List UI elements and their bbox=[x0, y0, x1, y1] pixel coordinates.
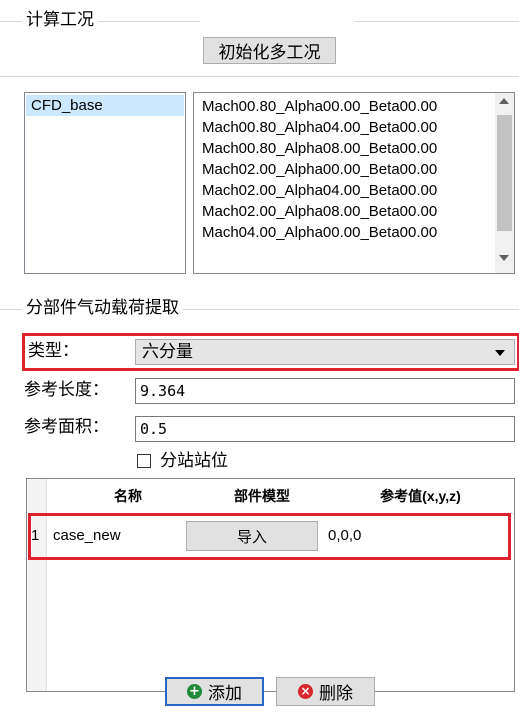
plus-circle-icon: + bbox=[187, 684, 202, 699]
column-header-model[interactable]: 部件模型 bbox=[195, 484, 329, 508]
conditions-list[interactable]: Mach00.80_Alpha00.00_Beta00.00 Mach00.80… bbox=[193, 92, 515, 274]
scroll-down-icon[interactable] bbox=[499, 255, 509, 261]
row-highlight-box bbox=[28, 513, 511, 560]
condition-item[interactable]: Mach00.80_Alpha04.00_Beta00.00 bbox=[202, 117, 437, 138]
add-button[interactable]: + 添加 bbox=[165, 677, 264, 706]
ref-area-input[interactable]: 0.5 bbox=[135, 416, 515, 442]
config-item-cfd-base[interactable]: CFD_base bbox=[26, 95, 184, 116]
condition-item[interactable]: Mach04.00_Alpha00.00_Beta00.00 bbox=[202, 222, 437, 243]
condition-item[interactable]: Mach00.80_Alpha08.00_Beta00.00 bbox=[202, 138, 437, 159]
station-checkbox[interactable] bbox=[137, 454, 151, 468]
ref-length-label: 参考长度： bbox=[24, 380, 109, 400]
x-circle-icon: × bbox=[298, 684, 313, 699]
add-button-label: 添加 bbox=[208, 684, 242, 704]
delete-button[interactable]: × 删除 bbox=[276, 677, 375, 706]
condition-item[interactable]: Mach02.00_Alpha08.00_Beta00.00 bbox=[202, 201, 437, 222]
station-checkbox-label[interactable]: 分站站位 bbox=[160, 450, 228, 472]
condition-item[interactable]: Mach02.00_Alpha04.00_Beta00.00 bbox=[202, 180, 437, 201]
init-multi-conditions-label: 初始化多工况 bbox=[218, 43, 321, 63]
scroll-up-icon[interactable] bbox=[499, 98, 509, 104]
load-section-title: 分部件气动载荷提取 bbox=[22, 298, 183, 318]
row-index-column bbox=[27, 479, 47, 691]
column-header-name[interactable]: 名称 bbox=[47, 484, 209, 508]
delete-button-label: 删除 bbox=[319, 684, 353, 704]
scrollbar-thumb[interactable] bbox=[497, 115, 512, 231]
calc-section-title: 计算工况 bbox=[22, 10, 98, 30]
init-multi-conditions-button[interactable]: 初始化多工况 bbox=[203, 37, 336, 64]
components-table[interactable]: 名称 部件模型 参考值(x,y,z) 1 case_new 导入 0,0,0 bbox=[26, 478, 515, 692]
condition-item[interactable]: Mach02.00_Alpha00.00_Beta00.00 bbox=[202, 159, 437, 180]
type-highlight-box bbox=[22, 333, 519, 371]
config-list[interactable]: CFD_base bbox=[24, 92, 186, 274]
ref-area-label: 参考面积： bbox=[24, 417, 109, 437]
conditions-scrollbar[interactable] bbox=[495, 93, 514, 273]
column-header-ref-value[interactable]: 参考值(x,y,z) bbox=[327, 484, 514, 508]
condition-item[interactable]: Mach00.80_Alpha00.00_Beta00.00 bbox=[202, 96, 437, 117]
ref-length-input[interactable]: 9.364 bbox=[135, 378, 515, 404]
